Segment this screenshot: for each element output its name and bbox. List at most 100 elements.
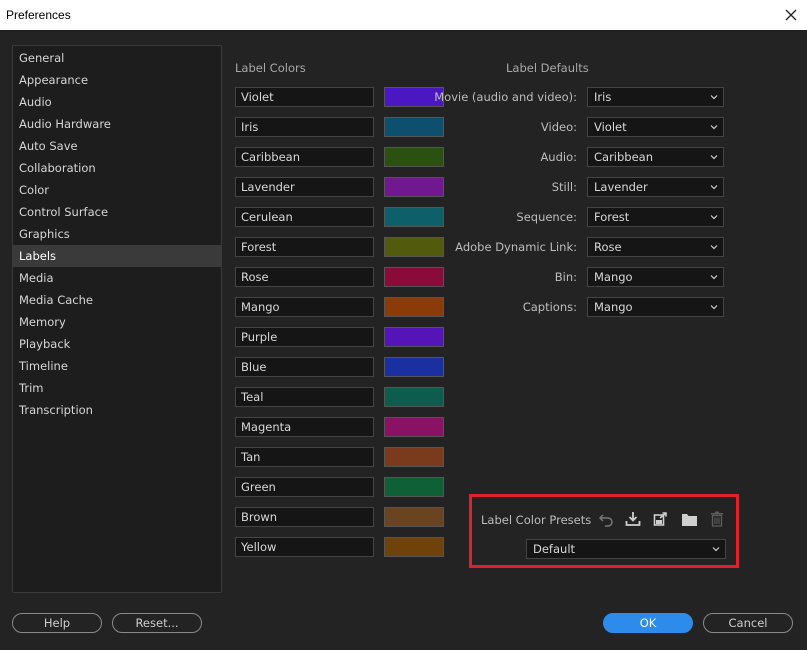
export-icon[interactable] (652, 510, 670, 528)
label-color-swatch[interactable] (384, 537, 444, 557)
trash-icon[interactable] (708, 510, 726, 528)
label-default-value: Mango (594, 300, 633, 314)
reset-button[interactable]: Reset... (112, 613, 202, 633)
label-default-value: Mango (594, 270, 633, 284)
chevron-down-icon (710, 275, 718, 280)
label-name-field[interactable]: Tan (235, 447, 374, 467)
help-button[interactable]: Help (12, 613, 102, 633)
label-default-row: Adobe Dynamic Link: Rose (430, 237, 724, 257)
label-default-row: Still: Lavender (430, 177, 724, 197)
label-default-row: Audio: Caribbean (430, 147, 724, 167)
label-default-dropdown[interactable]: Violet (587, 117, 724, 137)
sidebar-item-playback[interactable]: Playback (13, 333, 221, 355)
sidebar-item-audio-hardware[interactable]: Audio Hardware (13, 113, 221, 135)
sidebar-item-transcription[interactable]: Transcription (13, 399, 221, 421)
label-color-row: Blue (235, 357, 445, 377)
label-color-row: Violet (235, 87, 445, 107)
sidebar-item-trim[interactable]: Trim (13, 377, 221, 399)
label-default-label: Still: (551, 180, 577, 194)
label-default-dropdown[interactable]: Lavender (587, 177, 724, 197)
label-name-field[interactable]: Caribbean (235, 147, 374, 167)
sidebar-item-media-cache[interactable]: Media Cache (13, 289, 221, 311)
label-color-row: Rose (235, 267, 445, 287)
chevron-down-icon (710, 95, 718, 100)
undo-icon[interactable] (597, 510, 615, 528)
label-default-label: Adobe Dynamic Link: (455, 240, 577, 254)
sidebar-item-audio[interactable]: Audio (13, 91, 221, 113)
label-default-dropdown[interactable]: Rose (587, 237, 724, 257)
sidebar-item-graphics[interactable]: Graphics (13, 223, 221, 245)
label-name-field[interactable]: Cerulean (235, 207, 374, 227)
chevron-down-icon (712, 547, 720, 552)
label-name-field[interactable]: Mango (235, 297, 374, 317)
sidebar-item-collaboration[interactable]: Collaboration (13, 157, 221, 179)
label-default-dropdown[interactable]: Mango (587, 297, 724, 317)
close-icon[interactable] (781, 5, 801, 25)
label-name-field[interactable]: Blue (235, 357, 374, 377)
label-name-field[interactable]: Teal (235, 387, 374, 407)
label-name-field[interactable]: Brown (235, 507, 374, 527)
label-name-field[interactable]: Rose (235, 267, 374, 287)
label-color-row: Teal (235, 387, 445, 407)
label-name-field[interactable]: Iris (235, 117, 374, 137)
chevron-down-icon (710, 305, 718, 310)
presets-label: Label Color Presets (481, 513, 592, 527)
label-name-field[interactable]: Yellow (235, 537, 374, 557)
label-color-swatch[interactable] (384, 477, 444, 497)
import-icon[interactable] (624, 510, 642, 528)
label-default-value: Forest (594, 210, 630, 224)
label-default-label: Movie (audio and video): (434, 90, 577, 104)
label-name-field[interactable]: Green (235, 477, 374, 497)
label-default-label: Sequence: (516, 210, 577, 224)
chevron-down-icon (710, 185, 718, 190)
chevron-down-icon (710, 155, 718, 160)
sidebar-item-media[interactable]: Media (13, 267, 221, 289)
sidebar-item-memory[interactable]: Memory (13, 311, 221, 333)
label-default-dropdown[interactable]: Mango (587, 267, 724, 287)
label-name-field[interactable]: Magenta (235, 417, 374, 437)
label-name-field[interactable]: Purple (235, 327, 374, 347)
label-color-presets-panel: Label Color Presets Default (469, 494, 739, 568)
label-default-value: Lavender (594, 180, 648, 194)
label-color-swatch[interactable] (384, 507, 444, 527)
sidebar-item-appearance[interactable]: Appearance (13, 69, 221, 91)
label-default-dropdown[interactable]: Iris (587, 87, 724, 107)
cancel-button[interactable]: Cancel (703, 613, 793, 633)
label-color-swatch[interactable] (384, 357, 444, 377)
label-color-row: Brown (235, 507, 445, 527)
label-name-field[interactable]: Forest (235, 237, 374, 257)
ok-button[interactable]: OK (603, 613, 693, 633)
label-color-swatch[interactable] (384, 447, 444, 467)
label-color-swatch[interactable] (384, 327, 444, 347)
label-defaults-title: Label Defaults (506, 61, 589, 75)
label-default-row: Video: Violet (430, 117, 724, 137)
sidebar-item-labels[interactable]: Labels (13, 245, 221, 267)
presets-dropdown-value: Default (533, 542, 576, 556)
label-default-row: Movie (audio and video): Iris (430, 87, 724, 107)
label-name-field[interactable]: Lavender (235, 177, 374, 197)
sidebar-item-control-surface[interactable]: Control Surface (13, 201, 221, 223)
presets-dropdown[interactable]: Default (526, 539, 726, 559)
label-default-value: Iris (594, 90, 612, 104)
label-color-row: Magenta (235, 417, 445, 437)
label-name-field[interactable]: Violet (235, 87, 374, 107)
label-color-row: Yellow (235, 537, 445, 557)
label-default-dropdown[interactable]: Forest (587, 207, 724, 227)
folder-icon[interactable] (680, 510, 698, 528)
window-title: Preferences (6, 8, 71, 22)
sidebar-item-general[interactable]: General (13, 47, 221, 69)
sidebar-item-color[interactable]: Color (13, 179, 221, 201)
chevron-down-icon (710, 245, 718, 250)
label-color-swatch[interactable] (384, 387, 444, 407)
label-color-row: Tan (235, 447, 445, 467)
label-color-row: Mango (235, 297, 445, 317)
label-default-dropdown[interactable]: Caribbean (587, 147, 724, 167)
label-color-swatch[interactable] (384, 417, 444, 437)
sidebar-item-timeline[interactable]: Timeline (13, 355, 221, 377)
label-default-label: Audio: (540, 150, 577, 164)
label-default-label: Bin: (554, 270, 577, 284)
label-default-value: Rose (594, 240, 622, 254)
label-color-row: Purple (235, 327, 445, 347)
label-color-row: Caribbean (235, 147, 445, 167)
sidebar-item-auto-save[interactable]: Auto Save (13, 135, 221, 157)
